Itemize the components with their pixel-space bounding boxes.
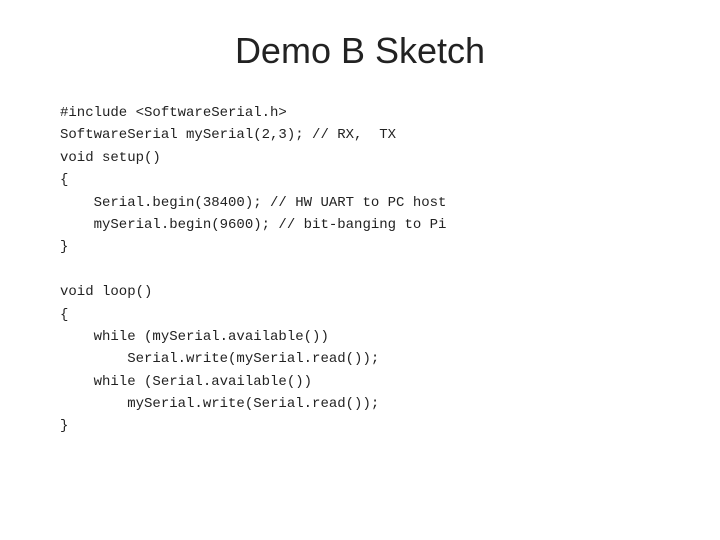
code-block: #include <SoftwareSerial.h> SoftwareSeri… [50,102,670,438]
page-title: Demo B Sketch [235,30,485,72]
page-container: Demo B Sketch #include <SoftwareSerial.h… [0,0,720,540]
